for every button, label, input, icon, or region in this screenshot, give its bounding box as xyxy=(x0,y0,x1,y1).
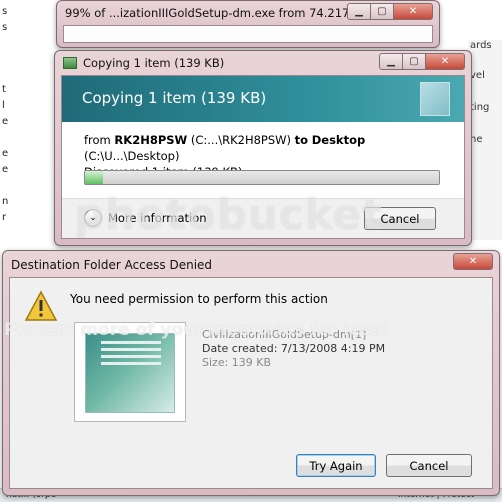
dest-name: Desktop xyxy=(311,133,366,147)
size-label: Size: xyxy=(202,356,229,369)
file-info: CivilizationIIIGoldSetup-dm[1] Date crea… xyxy=(202,328,385,370)
bg-fragment: n xyxy=(2,196,9,207)
more-information-toggle[interactable]: ⌄ More information xyxy=(84,209,207,227)
bg-fragment: s xyxy=(2,6,8,17)
file-size-row: Size: 139 KB xyxy=(202,356,385,370)
close-icon[interactable]: ✕ xyxy=(425,53,465,70)
file-name: CivilizationIIIGoldSetup-dm[1] xyxy=(202,328,367,341)
cancel-copy-button[interactable]: Cancel xyxy=(364,207,436,230)
source-name: RK2H8PSW xyxy=(114,133,188,147)
minimize-icon[interactable]: ▁ xyxy=(379,53,403,70)
bg-fragment: t xyxy=(2,84,6,95)
copy-banner: Copying 1 item (139 KB) xyxy=(62,76,464,122)
date-label: Date created: xyxy=(202,342,278,355)
bg-fragment: e xyxy=(2,164,9,175)
to-label: to xyxy=(294,133,309,147)
dest-path: (C:\U...\Desktop) xyxy=(84,149,180,163)
copy-footer: ⌄ More information Cancel xyxy=(62,198,464,238)
copy-banner-title: Copying 1 item (139 KB) xyxy=(82,89,267,107)
copy-window[interactable]: Copying 1 item (139 KB) ▁ ▢ ✕ Copying 1 … xyxy=(54,50,472,246)
download-caption-buttons: ▁ ▢ ✕ xyxy=(347,3,433,20)
download-window[interactable]: 99% of ...izationIIIGoldSetup-dm.exe fro… xyxy=(56,0,440,48)
bg-fragment: s xyxy=(2,22,8,33)
copy-progress-fill xyxy=(85,171,103,184)
bg-fragment: vel xyxy=(470,70,485,81)
from-label: from xyxy=(84,133,111,147)
maximize-icon[interactable]: ▢ xyxy=(370,3,394,20)
date-value: 7/13/2008 4:19 PM xyxy=(280,342,386,355)
access-denied-window[interactable]: Destination Folder Access Denied ✕ You n… xyxy=(2,250,500,496)
file-date-row: Date created: 7/13/2008 4:19 PM xyxy=(202,342,385,356)
copy-icon xyxy=(63,57,77,69)
maximize-icon[interactable]: ▢ xyxy=(402,53,426,70)
bg-fragment: ards xyxy=(470,40,492,51)
denied-caption-buttons: ✕ xyxy=(453,253,493,270)
copy-progress-bar xyxy=(84,170,440,185)
copy-caption-buttons: ▁ ▢ ✕ xyxy=(379,53,465,70)
bg-fragment: e xyxy=(2,148,9,159)
permission-message: You need permission to perform this acti… xyxy=(70,292,328,306)
close-icon[interactable]: ✕ xyxy=(453,253,493,270)
more-information-label: More information xyxy=(108,211,207,225)
download-title: 99% of ...izationIIIGoldSetup-dm.exe fro… xyxy=(65,6,364,20)
file-thumbnail-lines xyxy=(101,341,161,369)
chevron-down-icon[interactable]: ⌄ xyxy=(84,209,102,227)
file-thumbnail xyxy=(74,322,186,422)
copy-client-area: Copying 1 item (139 KB) from RK2H8PSW (C… xyxy=(61,75,465,239)
denied-client-area: You need permission to perform this acti… xyxy=(9,277,493,489)
denied-titlebar[interactable]: Destination Folder Access Denied xyxy=(3,251,499,279)
background-page-right: ards vel ting ne xyxy=(468,40,502,240)
bg-fragment: ting xyxy=(470,102,490,113)
bg-fragment: l xyxy=(2,100,5,111)
size-value: 139 KB xyxy=(231,356,272,369)
copy-title: Copying 1 item (139 KB) xyxy=(83,56,225,70)
close-icon[interactable]: ✕ xyxy=(393,3,433,20)
minimize-icon[interactable]: ▁ xyxy=(347,3,371,20)
source-path: (C:...\RK2H8PSW) xyxy=(190,133,292,147)
download-client-area xyxy=(63,25,433,43)
try-again-button[interactable]: Try Again xyxy=(296,454,376,477)
denied-title: Destination Folder Access Denied xyxy=(11,258,213,272)
copy-route: from RK2H8PSW (C:...\RK2H8PSW) to Deskto… xyxy=(84,132,454,164)
copy-document-graphic xyxy=(420,82,450,116)
bg-fragment: e xyxy=(2,116,9,127)
cancel-denied-button[interactable]: Cancel xyxy=(386,454,472,477)
warning-icon xyxy=(24,290,58,321)
bg-fragment: r xyxy=(2,212,7,223)
